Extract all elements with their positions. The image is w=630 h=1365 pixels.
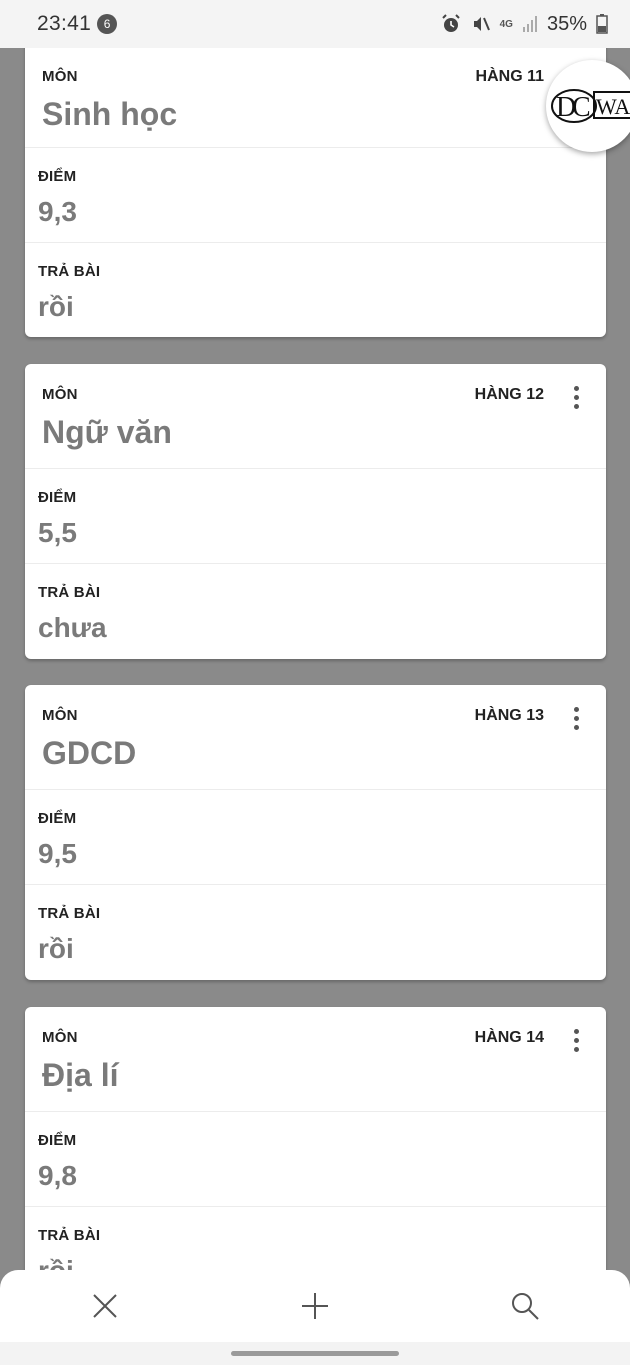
close-button[interactable] (75, 1276, 135, 1336)
close-icon (93, 1294, 117, 1318)
plus-icon (302, 1293, 328, 1319)
battery-percent: 35% (546, 12, 587, 35)
search-button[interactable] (495, 1276, 555, 1336)
record-card[interactable]: MÔN HÀNG 12 Ngữ văn ĐIỂM 5,5 TRẢ BÀI chư… (25, 364, 606, 659)
score-value: 9,8 (38, 1160, 77, 1191)
subject-value: Ngữ văn (42, 414, 172, 450)
battery-icon (596, 14, 608, 34)
subject-field-label: MÔN (42, 1029, 78, 1046)
returned-field-label: TRẢ BÀI (38, 584, 101, 601)
notification-count-badge: 6 (97, 14, 118, 34)
returned-field-label: TRẢ BÀI (38, 905, 101, 922)
score-field-label: ĐIỂM (38, 489, 77, 506)
returned-field-label: TRẢ BÀI (38, 1227, 101, 1244)
row-number-label: HÀNG 14 (474, 1029, 544, 1046)
subject-value: GDCD (42, 735, 137, 771)
app-logo-badge[interactable]: D C WAC (546, 60, 630, 152)
subject-value: Địa lí (42, 1057, 119, 1093)
dcwac-logo-icon: D C WAC (551, 89, 630, 123)
more-options-icon[interactable] (568, 707, 584, 733)
search-icon (512, 1293, 539, 1320)
more-options-icon[interactable] (568, 1029, 584, 1055)
score-value: 9,5 (38, 838, 77, 869)
network-4g-icon: 4G (499, 18, 513, 30)
record-card[interactable]: MÔN HÀNG 11 Sinh học ĐIỂM 9,3 TRẢ BÀI rồ… (25, 0, 606, 337)
status-bar: 23:41 6 4G 35% (0, 0, 630, 48)
home-gesture-handle[interactable] (231, 1351, 399, 1356)
more-options-icon[interactable] (568, 386, 584, 412)
bottom-action-bar (0, 1270, 630, 1342)
system-nav-bar (0, 1342, 630, 1365)
subject-field-label: MÔN (42, 707, 78, 724)
returned-value: chưa (38, 612, 107, 643)
add-button[interactable] (285, 1276, 345, 1336)
status-time: 23:41 (37, 12, 92, 35)
signal-icon (522, 15, 538, 33)
row-number-label: HÀNG 13 (474, 707, 544, 724)
row-number-label: HÀNG 11 (475, 68, 544, 85)
returned-value: rồi (38, 933, 74, 964)
alarm-icon (440, 13, 462, 35)
mute-icon (471, 14, 491, 34)
score-field-label: ĐIỂM (38, 1132, 77, 1149)
subject-value: Sinh học (42, 96, 178, 132)
score-field-label: ĐIỂM (38, 810, 77, 827)
record-card[interactable]: MÔN HÀNG 14 Địa lí ĐIỂM 9,8 TRẢ BÀI rồi (25, 1007, 606, 1302)
score-value: 5,5 (38, 517, 77, 548)
subject-field-label: MÔN (42, 68, 78, 85)
status-icons: 4G 35% (440, 13, 608, 36)
score-value: 9,3 (38, 196, 77, 227)
svg-text:WAC: WAC (596, 94, 630, 119)
returned-value: rồi (38, 291, 74, 322)
svg-text:C: C (572, 92, 591, 123)
record-card[interactable]: MÔN HÀNG 13 GDCD ĐIỂM 9,5 TRẢ BÀI rồi (25, 685, 606, 980)
subject-field-label: MÔN (42, 386, 78, 403)
row-number-label: HÀNG 12 (474, 386, 544, 403)
returned-field-label: TRẢ BÀI (38, 263, 101, 280)
score-field-label: ĐIỂM (38, 168, 77, 185)
